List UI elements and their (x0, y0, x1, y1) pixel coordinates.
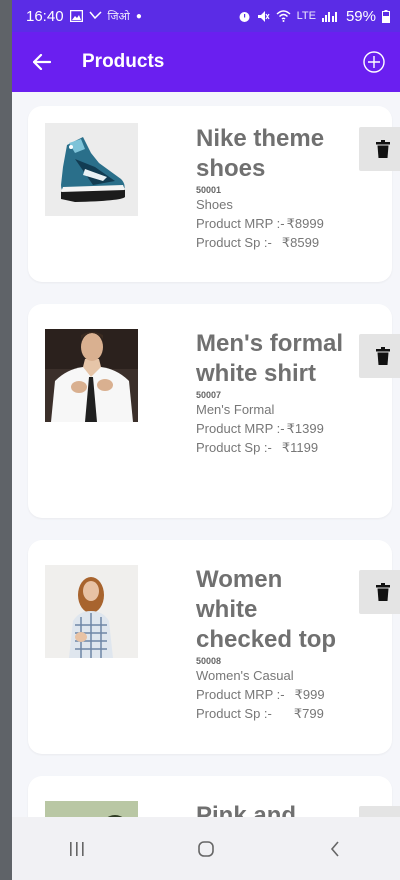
mrp-value: ₹8999 (286, 216, 324, 231)
signal-icon (321, 12, 337, 22)
wifi-icon (276, 10, 291, 22)
alarm-icon (239, 11, 250, 22)
product-name: Men's formal white shirt (196, 330, 344, 387)
product-sp: Product Sp :- ₹1199 (196, 438, 346, 457)
status-time: 16:40 (26, 7, 64, 25)
product-image-man-shirt (45, 329, 138, 422)
mrp-label: Product MRP :- (196, 421, 285, 436)
mute-icon (257, 10, 270, 22)
phone-screen: 16:40 जिओ ● LTE 59% Products Nike theme … (12, 0, 400, 880)
product-category: Shoes (196, 197, 233, 212)
product-code: 50001 (196, 185, 222, 195)
product-card[interactable]: Nike theme shoes 50001 Shoes Product MRP… (28, 106, 400, 282)
delete-button[interactable] (359, 127, 400, 171)
sp-value: ₹8599 (281, 235, 320, 250)
sp-label: Product Sp :- (196, 235, 272, 250)
product-image-woman-top (45, 565, 138, 658)
product-category: Women's Casual (196, 668, 294, 683)
mrp-value: ₹999 (294, 687, 325, 702)
product-card[interactable]: Pink and (28, 776, 400, 817)
delete-button[interactable] (359, 334, 400, 378)
system-nav-bar (12, 817, 400, 880)
mrp-label: Product MRP :- (196, 687, 285, 702)
mrp-value: ₹1399 (286, 421, 324, 436)
battery-percent: 59% (345, 7, 376, 25)
product-name: Nike theme shoes (196, 125, 325, 182)
missed-call-icon (88, 11, 102, 20)
status-bar: 16:40 जिओ ● LTE 59% (12, 0, 400, 32)
trash-icon (376, 140, 390, 158)
home-icon (198, 840, 214, 857)
sp-value: ₹799 (293, 706, 324, 721)
product-image-sneaker (45, 123, 138, 216)
home-button[interactable] (176, 827, 236, 871)
back-icon (331, 840, 339, 857)
page-title: Products (82, 51, 165, 72)
mrp-label: Product MRP :- (196, 216, 285, 231)
back-nav-button[interactable] (305, 827, 365, 871)
delete-button[interactable] (359, 570, 400, 614)
image-notification-icon (69, 10, 83, 22)
sp-value: ₹1199 (281, 440, 319, 455)
product-name: Women white checked top (196, 566, 337, 653)
recents-button[interactable] (47, 827, 107, 871)
product-mrp: Product MRP :- ₹8999 (196, 214, 346, 233)
trash-icon (376, 583, 390, 601)
dot-icon: ● (135, 10, 142, 22)
sp-label: Product Sp :- (196, 440, 272, 455)
product-card[interactable]: Women white checked top 50008 Women's Ca… (28, 540, 400, 754)
product-sp: Product Sp :- ₹799 (196, 704, 346, 723)
arrow-left-icon (33, 54, 51, 70)
product-card[interactable]: Men's formal white shirt 50007 Men's For… (28, 304, 400, 518)
trash-icon (376, 347, 390, 365)
product-mrp: Product MRP :- ₹1399 (196, 419, 346, 438)
product-code: 50008 (196, 656, 222, 666)
product-sp: Product Sp :- ₹8599 (196, 233, 346, 252)
battery-icon (382, 9, 390, 23)
product-list[interactable]: Nike theme shoes 50001 Shoes Product MRP… (12, 92, 400, 817)
add-circle-icon (363, 51, 385, 73)
product-category: Men's Formal (196, 402, 275, 417)
app-bar: Products (12, 32, 400, 92)
network-type: LTE (296, 10, 316, 22)
carrier-label: जिओ (107, 10, 130, 23)
recents-icon (69, 841, 84, 856)
add-product-button[interactable] (352, 40, 396, 84)
back-button[interactable] (20, 40, 64, 84)
sp-label: Product Sp :- (196, 706, 272, 721)
product-mrp: Product MRP :- ₹999 (196, 685, 346, 704)
product-name: Pink and (196, 802, 297, 817)
product-image-outdoors (45, 801, 138, 817)
delete-button[interactable] (359, 806, 400, 817)
product-code: 50007 (196, 390, 222, 400)
